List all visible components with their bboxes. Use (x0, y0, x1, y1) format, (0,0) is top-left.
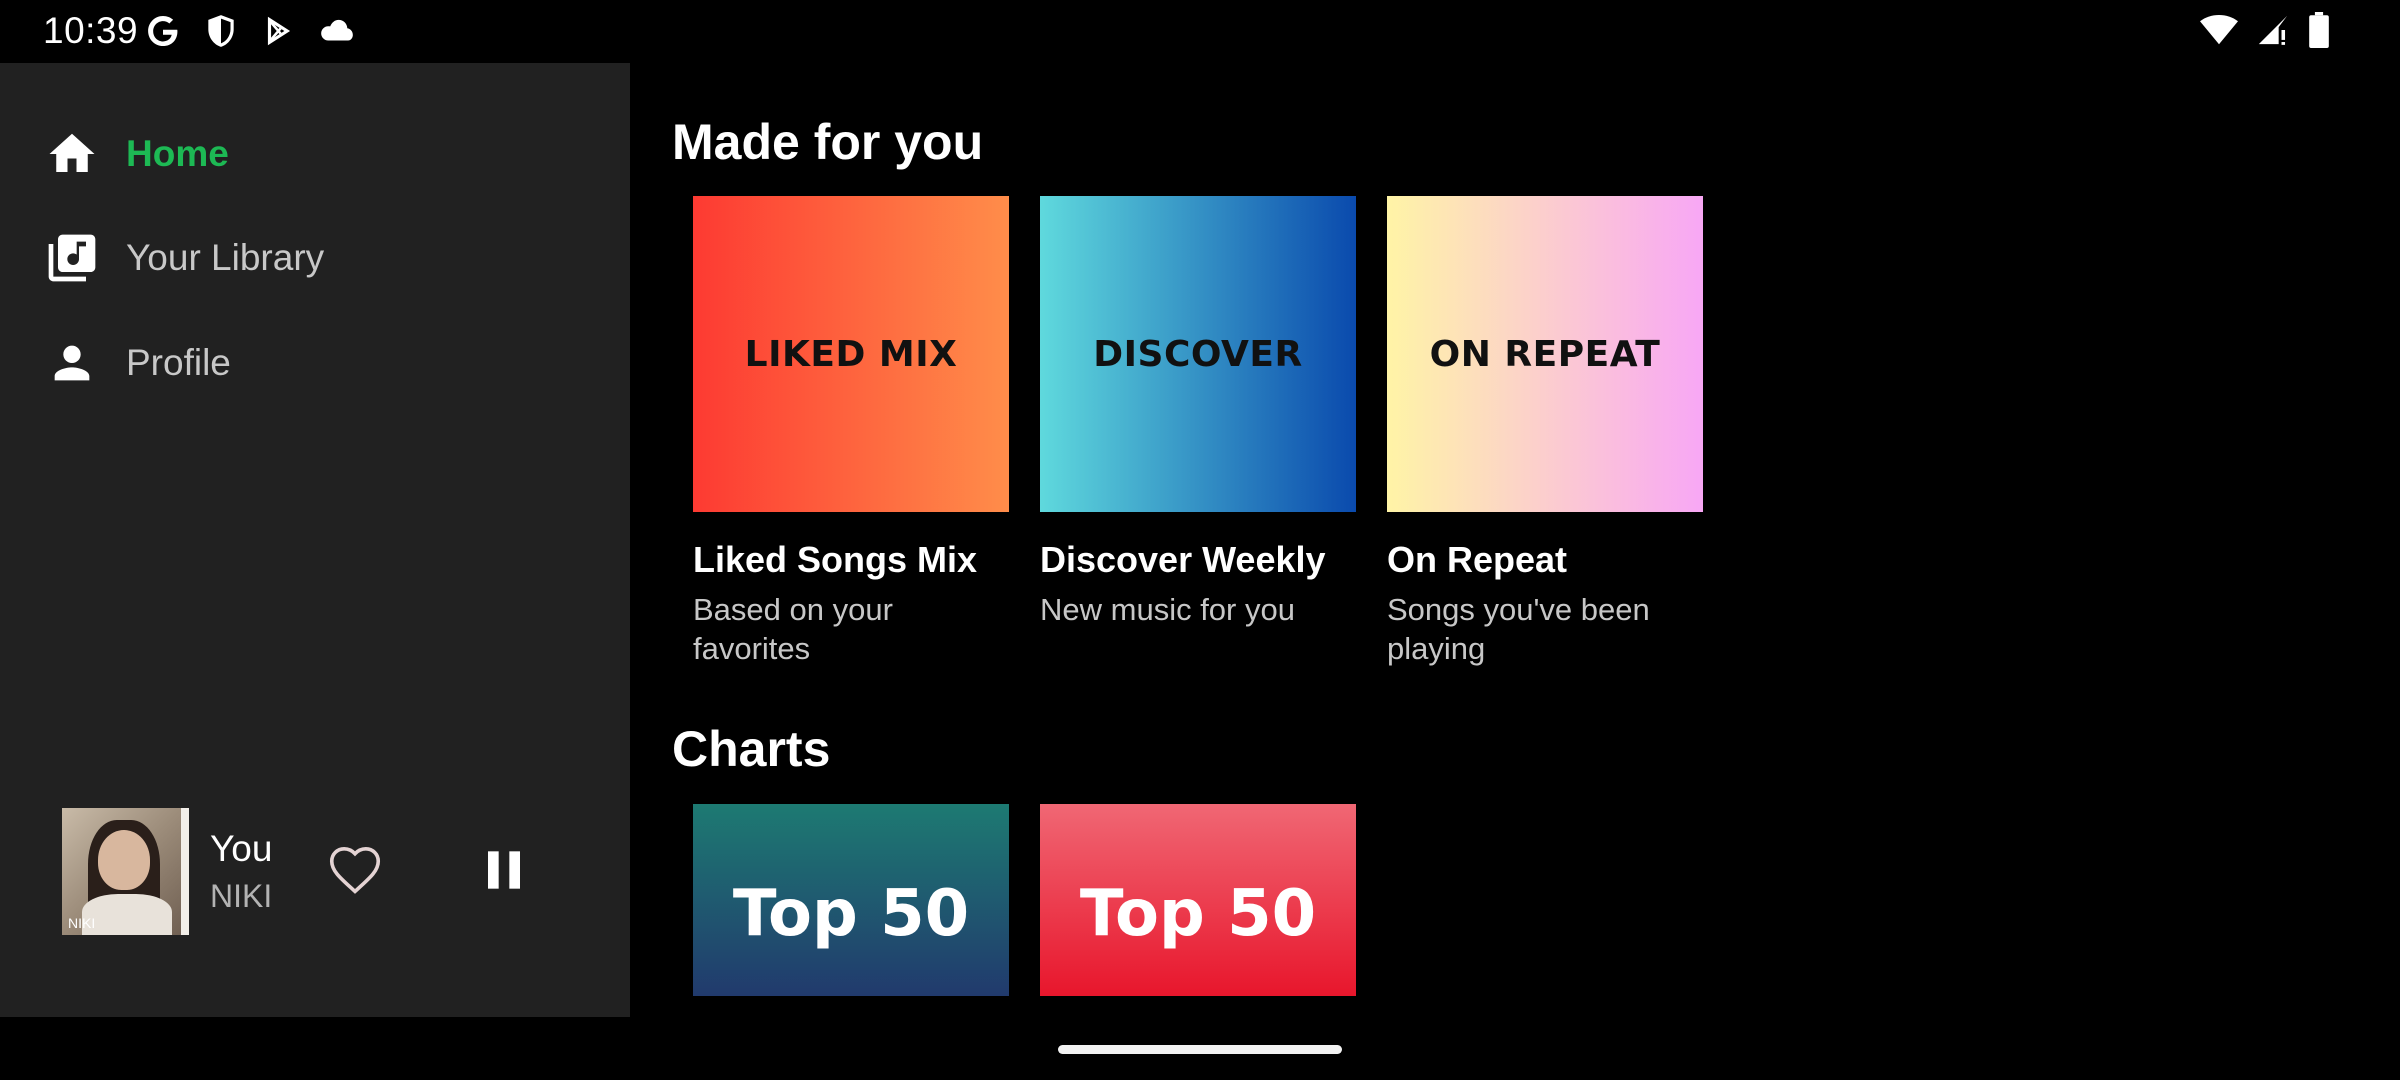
playlist-cover[interactable]: DISCOVER (1040, 196, 1356, 512)
playlist-description: New music for you (1040, 592, 1295, 628)
chart-card-top-50[interactable]: Top 50 (1040, 804, 1356, 996)
status-bar: 10:39 (0, 0, 2400, 63)
sidebar-item-label: Home (126, 133, 229, 174)
album-art-figure-shirt (82, 894, 172, 935)
playlist-description: Based on your favorites (693, 592, 893, 666)
section-title-made-for-you: Made for you (672, 114, 984, 170)
play-store-icon (267, 16, 291, 46)
person-icon (44, 335, 100, 391)
sidebar-item-library[interactable]: Your Library (44, 223, 324, 293)
sidebar-item-label: Your Library (126, 237, 325, 278)
playlist-description: Songs you've been playing (1387, 592, 1650, 666)
album-art-figure-face (98, 830, 150, 890)
google-icon (148, 15, 179, 47)
sidebar: Home Your Library Profile NIKI You NIKI (0, 63, 630, 1017)
playlist-cover[interactable]: LIKED MIX (693, 196, 1009, 512)
playlist-name: Discover Weekly (1040, 539, 1326, 580)
shield-icon (208, 15, 234, 47)
heart-outline-icon (329, 847, 381, 894)
playlist-cover-label: DISCOVER (1093, 333, 1303, 375)
home-icon (44, 126, 100, 182)
like-button[interactable] (324, 839, 386, 901)
section-title-charts: Charts (672, 721, 831, 777)
cloud-icon (321, 19, 353, 41)
sidebar-item-label: Profile (126, 342, 231, 383)
app-screen: 10:39 Home Your Library Profile NIKI You… (0, 0, 2400, 1080)
wifi-icon (2200, 14, 2238, 45)
status-time: 10:39 (43, 10, 139, 51)
chart-card-label: Top 50 (1079, 877, 1317, 951)
playlist-cover[interactable]: ON REPEAT (1387, 196, 1703, 512)
playlist-name: Liked Songs Mix (693, 539, 978, 580)
playlist-card-on-repeat[interactable]: ON REPEAT On Repeat Songs you've been pl… (1387, 196, 1703, 669)
library-icon (44, 230, 100, 286)
playlist-cover-label: LIKED MIX (744, 333, 958, 375)
album-art-edge (181, 808, 189, 935)
signal-icon (2258, 15, 2288, 45)
sidebar-item-profile[interactable]: Profile (44, 328, 231, 398)
playlist-name: On Repeat (1387, 539, 1568, 580)
now-playing-title: You (210, 828, 273, 869)
pause-icon (488, 851, 520, 889)
sidebar-item-home[interactable]: Home (44, 119, 229, 189)
playlist-card-discover-weekly[interactable]: DISCOVER Discover Weekly New music for y… (1040, 196, 1356, 630)
now-playing-artist: NIKI (210, 878, 273, 914)
playlist-cover-label: ON REPEAT (1429, 333, 1661, 375)
album-art[interactable]: NIKI (62, 808, 189, 935)
playlist-card-liked-songs-mix[interactable]: LIKED MIX Liked Songs Mix Based on your … (693, 196, 1009, 669)
chart-card-top-50[interactable]: Top 50 (693, 804, 1009, 996)
status-notification-icons (144, 12, 356, 50)
pause-button[interactable] (472, 838, 536, 902)
album-art-text: NIKI (68, 915, 96, 931)
battery-icon (2309, 12, 2329, 48)
gesture-home-indicator[interactable] (1058, 1045, 1342, 1054)
now-playing-bar[interactable]: NIKI You NIKI (62, 808, 582, 938)
status-system-icons (2200, 12, 2330, 48)
chart-card-label: Top 50 (732, 877, 970, 951)
